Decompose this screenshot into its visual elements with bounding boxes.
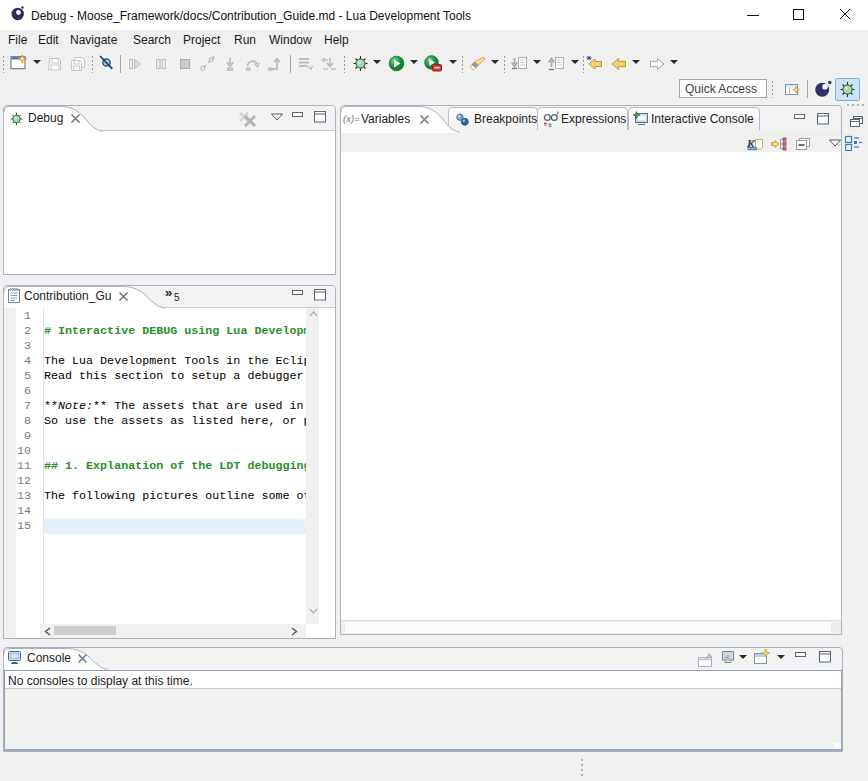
svg-text:K: K <box>747 137 755 149</box>
